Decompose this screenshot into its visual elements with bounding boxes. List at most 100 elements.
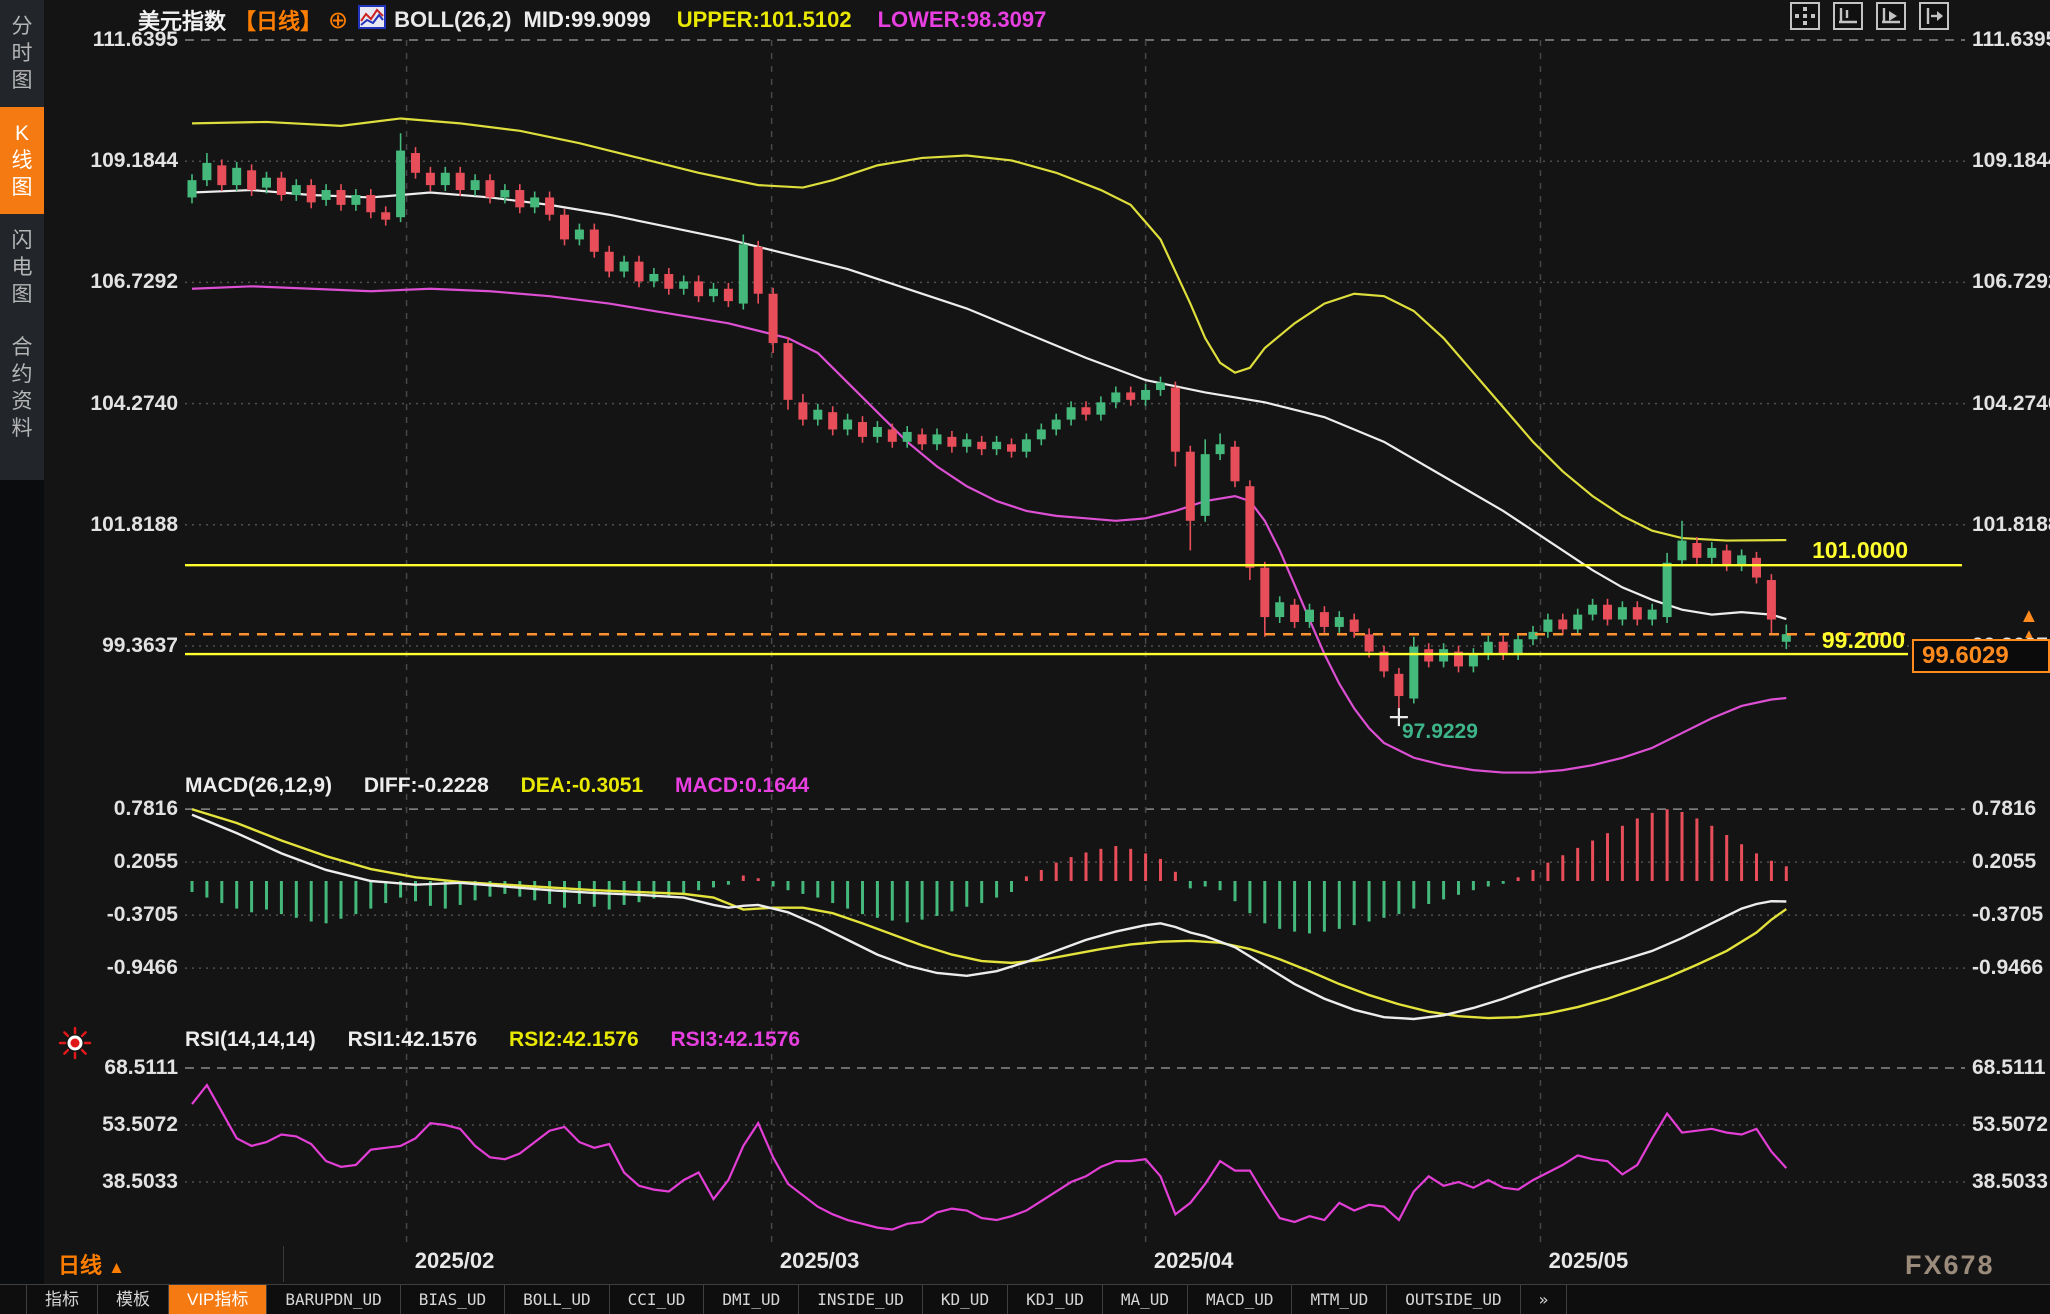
candle xyxy=(1632,607,1642,620)
bottom-tab-ma_ud[interactable]: MA_UD xyxy=(1103,1285,1189,1314)
bottom-tab--[interactable]: » xyxy=(1521,1285,1568,1314)
bottom-tab-cci_ud[interactable]: CCI_UD xyxy=(610,1285,705,1314)
candle xyxy=(425,172,435,186)
candle xyxy=(232,167,242,186)
boll-mid-line xyxy=(191,188,1787,621)
candle xyxy=(1364,634,1374,652)
candle xyxy=(1021,439,1031,452)
mini-chart-icon[interactable] xyxy=(358,5,387,35)
candle xyxy=(1051,419,1061,430)
candle xyxy=(381,212,391,220)
candle xyxy=(351,194,361,205)
boll-upper-value: UPPER:101.5102 xyxy=(676,7,852,32)
candle xyxy=(783,343,793,400)
candle xyxy=(932,434,942,445)
watermark: FX678 xyxy=(1905,1250,1995,1280)
candle xyxy=(679,281,689,289)
candle xyxy=(1245,486,1255,568)
sidebar-item-char: 图 xyxy=(11,69,33,92)
candle xyxy=(1126,392,1136,400)
candle xyxy=(262,177,271,188)
candle xyxy=(1662,562,1672,618)
candle xyxy=(1752,557,1761,578)
bottom-tab-inside_ud[interactable]: INSIDE_UD xyxy=(799,1285,923,1314)
candle xyxy=(574,229,584,240)
candle xyxy=(828,412,838,430)
bottom-tab-outside_ud[interactable]: OUTSIDE_UD xyxy=(1387,1285,1521,1314)
bottom-tab-boll_ud[interactable]: BOLL_UD xyxy=(505,1285,610,1314)
bottom-tab--[interactable]: 指标 xyxy=(27,1285,98,1314)
axis-label: 109.1844 xyxy=(90,149,178,173)
bottom-tab-barupdn_ud[interactable]: BARUPDN_UD xyxy=(267,1285,401,1314)
candle xyxy=(545,197,555,215)
rsi3-value: RSI3:42.1576 xyxy=(670,1028,801,1051)
bottom-tab--[interactable]: 模板 xyxy=(98,1285,169,1314)
pane-layout-icon[interactable] xyxy=(1833,2,1863,30)
last-price-tag: 99.6029 xyxy=(1912,639,2050,673)
date-axis-label: 2025/04 xyxy=(1153,1248,1234,1273)
hline-99-2-label: 99.2000 xyxy=(1821,627,1905,653)
candle xyxy=(1588,604,1598,615)
bottom-tab-dmi_ud[interactable]: DMI_UD xyxy=(704,1285,800,1314)
axis-label: 0.2055 xyxy=(113,850,178,874)
bottom-tab-vip-[interactable]: VIP指标 xyxy=(169,1285,268,1314)
candle xyxy=(366,194,376,213)
candle xyxy=(1394,673,1404,697)
axis-label: 38.5033 xyxy=(102,1170,178,1193)
price-up-arrow-icon: ▲ ▲ xyxy=(2019,605,2039,641)
sidebar-item-tab-time-chart[interactable]: 分时图 xyxy=(0,0,44,107)
candle xyxy=(992,441,1002,450)
crosshair-grid-icon[interactable] xyxy=(1790,2,1820,30)
sidebar-item-char: 图 xyxy=(11,283,33,306)
date-axis-label: 2025/02 xyxy=(414,1248,495,1273)
candle xyxy=(917,434,927,445)
chart-canvas[interactable] xyxy=(0,0,2050,1314)
tab-spacer xyxy=(0,1285,27,1314)
sidebar-item-tab-flash-chart[interactable]: 闪电图 xyxy=(0,214,44,321)
candle xyxy=(1096,402,1106,415)
chart-toolbar xyxy=(1790,2,1949,30)
candle xyxy=(604,251,614,272)
candle xyxy=(902,431,912,442)
axis-label: 38.5033 xyxy=(1972,1170,2048,1193)
sidebar-item-tab-contract-info[interactable]: 合约资料 xyxy=(0,321,44,455)
bottom-tab-kd_ud[interactable]: KD_UD xyxy=(923,1285,1009,1314)
hline-101-label: 101.0000 xyxy=(1812,537,1908,563)
candle xyxy=(1573,614,1583,630)
macd-params-label: MACD(26,12,9) xyxy=(185,774,333,797)
macd-dea-value: DEA:-0.3051 xyxy=(520,774,644,797)
candle xyxy=(1513,639,1523,655)
candle xyxy=(1036,429,1046,440)
bottom-tab-bias_ud[interactable]: BIAS_UD xyxy=(401,1285,506,1314)
candle xyxy=(560,214,569,240)
candle xyxy=(1290,604,1300,623)
bottom-tab-macd_ud[interactable]: MACD_UD xyxy=(1188,1285,1293,1314)
candle xyxy=(1185,451,1195,521)
candle xyxy=(202,162,212,181)
pane-cursor-icon[interactable] xyxy=(1876,2,1906,30)
candle xyxy=(1141,389,1151,400)
bottom-tab-mtm_ud[interactable]: MTM_UD xyxy=(1292,1285,1388,1314)
candle xyxy=(306,185,316,203)
period-selector[interactable]: 日线 ▲ xyxy=(58,1248,125,1280)
axis-label: 101.8188 xyxy=(90,512,178,536)
candle xyxy=(634,261,644,282)
boll-lower-line xyxy=(191,285,1787,774)
candle xyxy=(723,288,733,302)
candle xyxy=(1424,649,1434,662)
candle xyxy=(1677,540,1687,561)
axis-label: 111.6395 xyxy=(1972,28,2050,51)
rsi-params-label: RSI(14,14,14) xyxy=(185,1028,316,1051)
pane-collapse-icon[interactable] xyxy=(1919,2,1949,30)
candle xyxy=(1066,407,1076,420)
bottom-tab-kdj_ud[interactable]: KDJ_UD xyxy=(1008,1285,1103,1314)
sidebar-item-char: 合 xyxy=(11,336,33,359)
sidebar-item-char: 线 xyxy=(11,149,33,172)
rsi2-value: RSI2:42.1576 xyxy=(509,1028,639,1051)
candle xyxy=(738,244,748,304)
add-indicator-icon[interactable]: ⊕ xyxy=(328,6,348,35)
sidebar-item-tab-candle-chart[interactable]: K线图 xyxy=(0,107,44,214)
candle xyxy=(1766,580,1776,620)
axis-label: 109.1844 xyxy=(1972,149,2050,173)
sidebar-item-char: 料 xyxy=(11,417,33,440)
